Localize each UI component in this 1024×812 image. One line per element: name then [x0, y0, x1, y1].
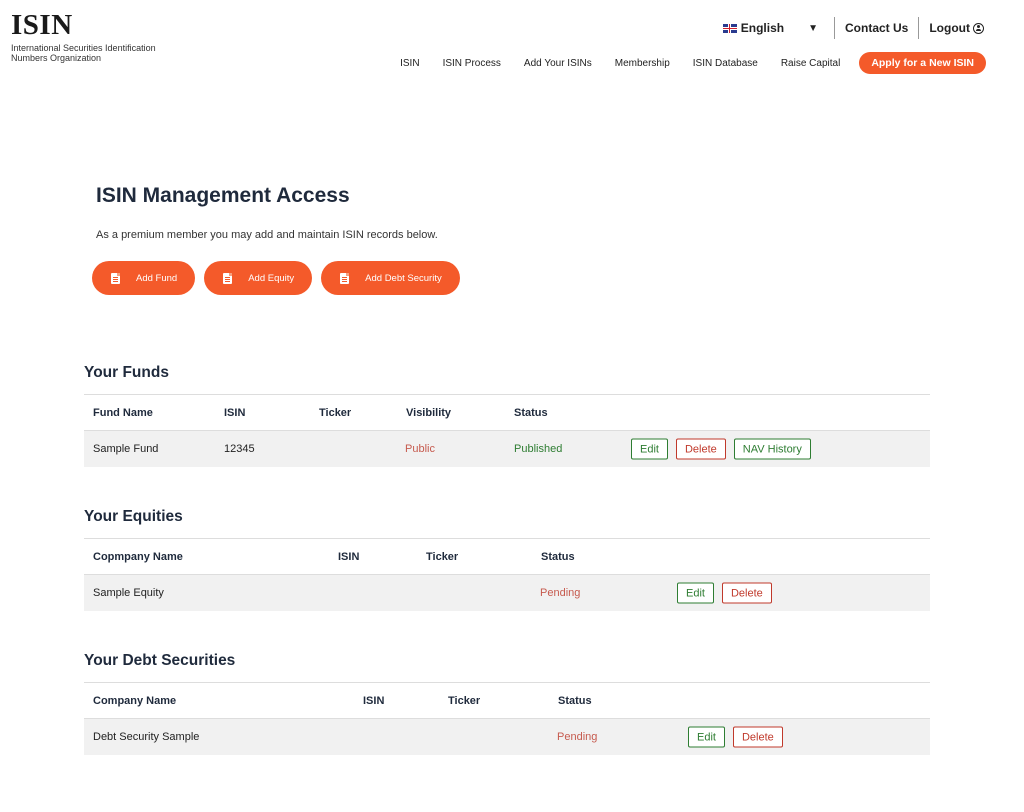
delete-button[interactable]: Delete: [675, 438, 726, 460]
main-nav: ISIN ISIN Process Add Your ISINs Members…: [400, 52, 986, 74]
user-icon: [973, 22, 984, 34]
edit-button[interactable]: Edit: [688, 726, 725, 748]
add-debt-security-button[interactable]: Add Debt Security: [321, 261, 460, 295]
column-header: Ticker: [448, 694, 481, 707]
contact-us-link[interactable]: Contact Us: [845, 21, 908, 35]
debts-table: Company Name ISIN Ticker Status Debt Sec…: [84, 682, 930, 755]
column-header: Ticker: [426, 550, 459, 563]
column-header: Copmpany Name: [93, 550, 183, 563]
add-fund-button[interactable]: Add Fund: [92, 261, 196, 295]
funds-table: Fund Name ISIN Ticker Visibility Status …: [84, 394, 930, 467]
apply-new-isin-button[interactable]: Apply for a New ISIN: [859, 52, 986, 74]
divider: [918, 17, 920, 39]
debts-section-title: Your Debt Securities: [84, 652, 236, 669]
equities-table: Copmpany Name ISIN Ticker Status Sample …: [84, 538, 930, 611]
row-actions: Edit Delete: [677, 582, 772, 604]
column-header: Company Name: [93, 694, 177, 707]
column-header: Visibility: [406, 406, 452, 419]
nav-history-button[interactable]: NAV History: [733, 438, 811, 460]
fund-status: Published: [514, 443, 563, 455]
edit-button[interactable]: Edit: [631, 438, 668, 460]
site-logo[interactable]: ISIN International Securities Identifica…: [11, 10, 171, 63]
column-header: ISIN: [338, 550, 360, 563]
table-header: Company Name ISIN Ticker Status: [84, 682, 930, 719]
fund-isin: 12345: [224, 443, 255, 455]
row-actions: Edit Delete: [688, 726, 783, 748]
column-header: ISIN: [363, 694, 385, 707]
equity-name: Sample Equity: [93, 587, 164, 599]
equity-status: Pending: [540, 587, 581, 599]
document-icon: [223, 272, 233, 284]
document-icon: [340, 272, 350, 284]
delete-button[interactable]: Delete: [732, 726, 783, 748]
chevron-down-icon[interactable]: ▼: [808, 23, 818, 34]
debt-status: Pending: [557, 731, 598, 743]
page-description: As a premium member you may add and main…: [96, 229, 438, 241]
uk-flag-icon: [722, 23, 737, 33]
column-header: Status: [541, 550, 575, 563]
table-header: Fund Name ISIN Ticker Visibility Status: [84, 394, 930, 431]
funds-section-title: Your Funds: [84, 364, 169, 381]
table-row: Sample Equity Pending Edit Delete: [84, 575, 930, 611]
page-title: ISIN Management Access: [96, 184, 350, 207]
nav-add-your-isins[interactable]: Add Your ISINs: [524, 58, 592, 69]
nav-isin[interactable]: ISIN: [400, 58, 419, 69]
divider: [834, 17, 835, 39]
fund-name: Sample Fund: [93, 443, 159, 455]
column-header: Status: [558, 694, 592, 707]
language-label: English: [740, 21, 785, 35]
column-header: Fund Name: [93, 406, 153, 419]
delete-button[interactable]: Delete: [721, 582, 772, 604]
edit-button[interactable]: Edit: [677, 582, 714, 604]
nav-isin-database[interactable]: ISIN Database: [693, 58, 758, 69]
language-selector[interactable]: English: [722, 21, 785, 35]
column-header: ISIN: [224, 406, 246, 419]
column-header: Ticker: [319, 406, 352, 419]
row-actions: Edit Delete NAV History: [631, 438, 811, 460]
action-buttons: Add Fund Add Equity Add Debt Security: [92, 261, 460, 295]
nav-raise-capital[interactable]: Raise Capital: [781, 58, 840, 69]
debt-name: Debt Security Sample: [93, 731, 200, 743]
add-fund-label: Add Fund: [136, 272, 178, 284]
nav-isin-process[interactable]: ISIN Process: [443, 58, 501, 69]
logout-label: Logout: [929, 21, 970, 35]
logout-link[interactable]: Logout: [929, 21, 984, 35]
add-equity-label: Add Equity: [248, 272, 295, 284]
table-header: Copmpany Name ISIN Ticker Status: [84, 538, 930, 575]
logo-mark: ISIN: [11, 9, 73, 41]
add-debt-security-label: Add Debt Security: [365, 272, 442, 284]
document-icon: [111, 272, 120, 284]
nav-membership[interactable]: Membership: [615, 58, 670, 69]
top-bar: English ▼ Contact Us Logout: [722, 17, 984, 39]
column-header: Status: [514, 406, 548, 419]
logo-subtitle: International Securities Identification …: [11, 43, 156, 63]
equities-section-title: Your Equities: [84, 508, 183, 525]
fund-visibility: Public: [405, 443, 435, 455]
table-row: Debt Security Sample Pending Edit Delete: [84, 719, 930, 755]
table-row: Sample Fund 12345 Public Published Edit …: [84, 431, 930, 467]
add-equity-button[interactable]: Add Equity: [204, 261, 313, 295]
